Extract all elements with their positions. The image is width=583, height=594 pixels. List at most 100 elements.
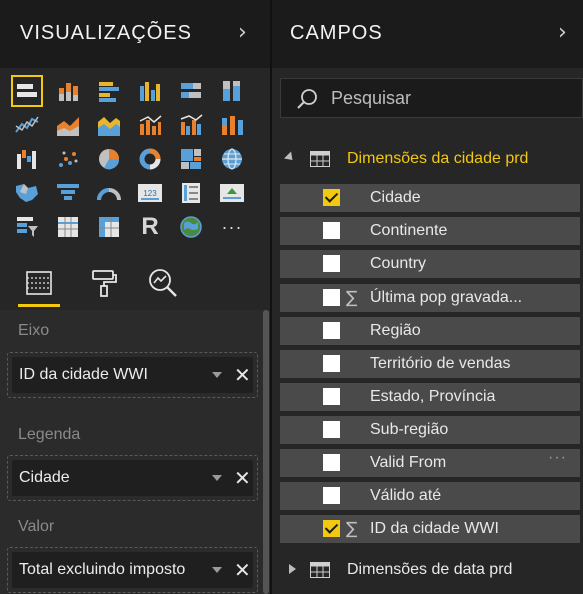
visualizations-tabs <box>0 258 270 310</box>
line-chart-icon[interactable] <box>12 110 42 140</box>
field-name: Cidade <box>370 189 421 206</box>
legend-well-dropzone[interactable]: Cidade ✕ <box>7 455 258 501</box>
matrix-icon[interactable] <box>94 212 124 242</box>
analytics-magnifier-icon[interactable] <box>146 266 180 300</box>
line-clustered-column-icon[interactable] <box>176 110 206 140</box>
r-visual-icon[interactable]: R <box>135 212 165 242</box>
field-name: Última pop gravada... <box>370 289 523 306</box>
fields-pane: CAMPOS › Dimensões da cidade prd Cidade … <box>272 0 583 594</box>
clustered-column-icon[interactable] <box>135 76 165 106</box>
fields-tab-icon[interactable] <box>22 266 56 300</box>
stacked-bar-100-icon[interactable] <box>176 76 206 106</box>
visualizations-title: VISUALIZAÇÕES <box>20 22 192 44</box>
stacked-column-icon[interactable] <box>53 76 83 106</box>
visualizations-pane: VISUALIZAÇÕES › 123 R ··· Eixo ID da cid… <box>0 0 270 594</box>
collapse-visualizations-chevron-icon[interactable]: › <box>238 20 247 45</box>
field-checkbox[interactable] <box>323 255 340 272</box>
fields-header: CAMPOS › <box>272 0 583 68</box>
chevron-down-icon[interactable] <box>212 567 222 573</box>
field-name: ID da cidade WWI <box>370 520 499 537</box>
field-row-id-cidade-wwi[interactable]: ∑ ID da cidade WWI <box>280 515 580 543</box>
sigma-icon: ∑ <box>346 519 358 539</box>
ribbon-chart-icon[interactable] <box>217 110 247 140</box>
field-checkbox[interactable] <box>323 355 340 372</box>
field-row-sub-regiao[interactable]: Sub-região <box>280 416 580 444</box>
well-label-axis: Eixo <box>18 322 50 339</box>
field-checkbox[interactable] <box>323 388 340 405</box>
table-icon[interactable] <box>53 212 83 242</box>
field-row-ultima-pop[interactable]: ∑ Última pop gravada... <box>280 284 580 312</box>
axis-well-dropzone[interactable]: ID da cidade WWI ✕ <box>7 352 258 398</box>
field-checkbox[interactable] <box>323 487 340 504</box>
pie-icon[interactable] <box>94 144 124 174</box>
field-row-estado[interactable]: Estado, Província <box>280 383 580 411</box>
globe-icon[interactable] <box>176 212 206 242</box>
table-dimensoes-cidade[interactable]: Dimensões da cidade prd <box>272 142 583 176</box>
area-chart-icon[interactable] <box>53 110 83 140</box>
visualizations-header: VISUALIZAÇÕES › <box>0 0 270 68</box>
gauge-icon[interactable] <box>94 178 124 208</box>
table-grid-icon <box>310 562 330 578</box>
field-checkbox[interactable] <box>323 454 340 471</box>
field-row-valid-from[interactable]: Valid From ··· <box>280 449 580 477</box>
r-visual-label: R <box>141 213 159 240</box>
field-row-continente[interactable]: Continente <box>280 217 580 245</box>
value-field-pill[interactable]: Total excluindo imposto ✕ <box>12 552 253 588</box>
field-name: Valid From <box>370 454 447 471</box>
scatter-icon[interactable] <box>53 144 83 174</box>
table-name: Dimensões da cidade prd <box>347 150 529 167</box>
stacked-column-100-icon[interactable] <box>217 76 247 106</box>
search-input[interactable] <box>331 85 571 111</box>
field-row-valido-ate[interactable]: Válido até <box>280 482 580 510</box>
collapse-fields-chevron-icon[interactable]: › <box>558 20 567 45</box>
format-paint-roller-icon[interactable] <box>87 266 121 300</box>
stacked-bar-icon[interactable] <box>11 75 43 107</box>
slicer-icon[interactable] <box>12 212 42 242</box>
field-checkbox[interactable] <box>323 421 340 438</box>
kpi-icon[interactable] <box>217 178 247 208</box>
funnel-icon[interactable] <box>53 178 83 208</box>
active-tab-indicator <box>18 304 60 307</box>
field-checkbox-checked[interactable] <box>323 520 340 537</box>
sigma-icon: ∑ <box>346 288 358 308</box>
remove-field-close-icon[interactable]: ✕ <box>234 558 251 582</box>
search-icon <box>297 89 317 109</box>
donut-icon[interactable] <box>135 144 165 174</box>
field-checkbox[interactable] <box>323 322 340 339</box>
field-row-country[interactable]: Country <box>280 250 580 278</box>
remove-field-close-icon[interactable]: ✕ <box>234 363 251 387</box>
card-icon[interactable]: 123 <box>135 178 165 208</box>
field-checkbox[interactable] <box>323 222 340 239</box>
treemap-icon[interactable] <box>176 144 206 174</box>
table-dimensoes-data[interactable]: Dimensões de data prd <box>272 553 583 587</box>
map-icon[interactable] <box>217 144 247 174</box>
field-name: Sub-região <box>370 421 449 438</box>
more-visuals-icon[interactable]: ··· <box>217 212 247 242</box>
waterfall-icon[interactable] <box>12 144 42 174</box>
collapsed-chevron-icon[interactable] <box>289 564 296 574</box>
wells-scrollbar-thumb[interactable] <box>263 310 269 594</box>
more-options-icon[interactable]: ··· <box>548 449 567 467</box>
filled-map-icon[interactable] <box>12 178 42 208</box>
value-well-dropzone[interactable]: Total excluindo imposto ✕ <box>7 547 258 593</box>
fields-title: CAMPOS <box>290 22 383 44</box>
field-name: Válido até <box>370 487 442 504</box>
search-box[interactable] <box>280 78 583 118</box>
field-row-territorio[interactable]: Território de vendas <box>280 350 580 378</box>
remove-field-close-icon[interactable]: ✕ <box>234 466 251 490</box>
field-checkbox[interactable] <box>323 289 340 306</box>
clustered-bar-icon[interactable] <box>94 76 124 106</box>
field-row-regiao[interactable]: Região <box>280 317 580 345</box>
field-row-cidade[interactable]: Cidade <box>280 184 580 212</box>
chevron-down-icon[interactable] <box>212 475 222 481</box>
chevron-down-icon[interactable] <box>212 372 222 378</box>
expanded-chevron-icon[interactable] <box>283 151 297 164</box>
field-name: Continente <box>370 222 448 239</box>
svg-text:123: 123 <box>143 189 157 198</box>
stacked-area-icon[interactable] <box>94 110 124 140</box>
legend-field-pill[interactable]: Cidade ✕ <box>12 460 253 496</box>
multi-row-card-icon[interactable] <box>176 178 206 208</box>
line-column-icon[interactable] <box>135 110 165 140</box>
field-checkbox-checked[interactable] <box>323 189 340 206</box>
axis-field-pill[interactable]: ID da cidade WWI ✕ <box>12 357 253 393</box>
